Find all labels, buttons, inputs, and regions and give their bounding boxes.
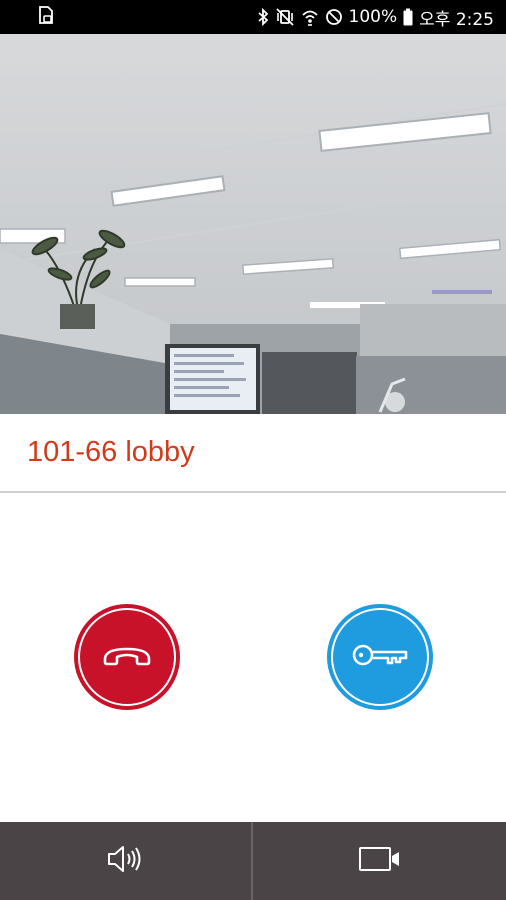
hangup-button-ring: [78, 608, 176, 706]
wifi-icon: [301, 8, 319, 26]
vibrate-mute-icon: [275, 8, 295, 26]
hangup-button[interactable]: [74, 604, 180, 710]
status-left: [38, 5, 54, 29]
phone-hangup-icon: [101, 643, 153, 672]
do-not-disturb-icon: [325, 8, 343, 26]
clock-time: 오후 2:25: [419, 9, 494, 30]
battery-icon: [403, 8, 413, 26]
video-button[interactable]: [253, 822, 506, 900]
bluetooth-icon: [257, 8, 269, 26]
battery-percentage: 100%: [348, 7, 398, 27]
status-right: 100% 오후 2:25: [257, 5, 494, 30]
speaker-button[interactable]: [0, 822, 253, 900]
key-icon: [350, 641, 410, 674]
caller-info: 101-66 lobby: [0, 414, 506, 492]
bottom-bar: [0, 822, 506, 900]
camera-feed-image: [0, 34, 506, 414]
unlock-door-button[interactable]: [327, 604, 433, 710]
video-camera-icon: [358, 845, 402, 878]
speaker-icon: [106, 844, 146, 879]
camera-feed: [0, 34, 506, 414]
sim-card-icon: [38, 5, 54, 29]
unlock-button-ring: [331, 608, 429, 706]
caller-label: 101-66 lobby: [27, 436, 195, 468]
divider: [0, 491, 506, 493]
status-bar: 100% 오후 2:25: [0, 0, 506, 34]
